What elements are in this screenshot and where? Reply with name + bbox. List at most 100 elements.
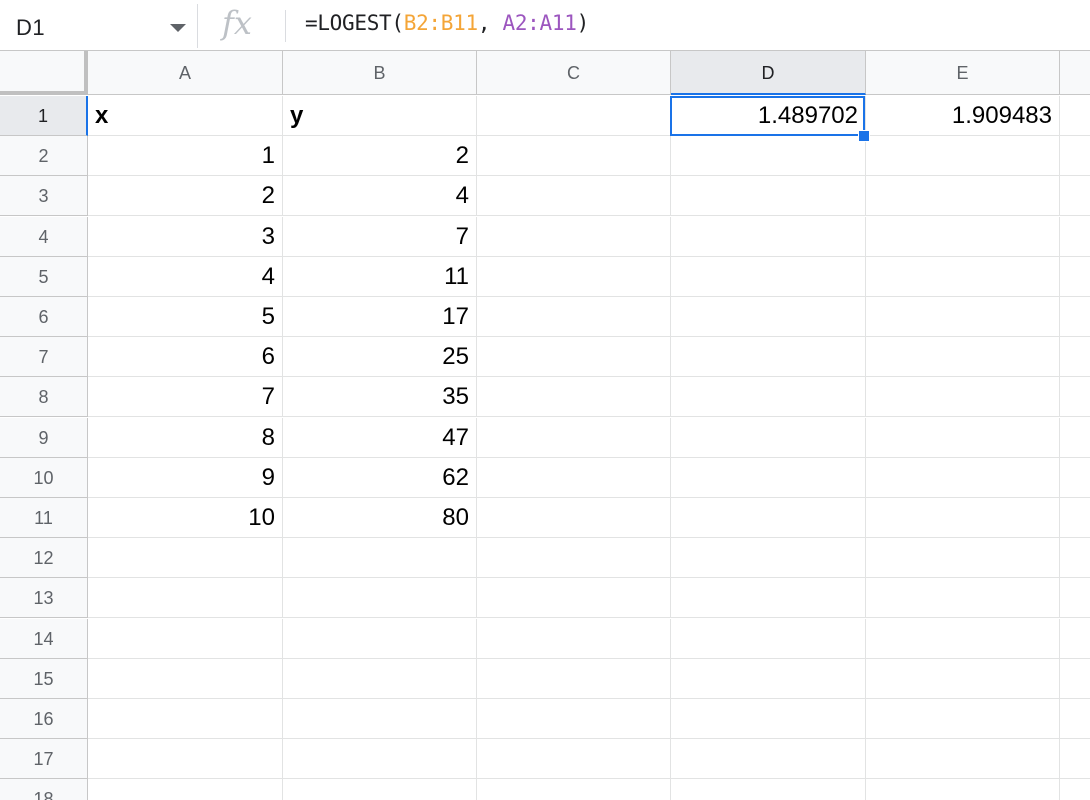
- row-header-3[interactable]: 3: [0, 176, 88, 216]
- cell-a8[interactable]: 7: [88, 377, 283, 417]
- cell-c6[interactable]: [477, 297, 671, 337]
- cell-a9[interactable]: 8: [88, 418, 283, 458]
- cell-b8[interactable]: 35: [283, 377, 477, 417]
- cell-a2[interactable]: 1: [88, 136, 283, 176]
- cell-c15[interactable]: [477, 659, 671, 699]
- cell-e11[interactable]: [866, 498, 1060, 538]
- row-header-7[interactable]: 7: [0, 337, 88, 377]
- column-header-b[interactable]: B: [283, 51, 477, 95]
- cell-b11[interactable]: 80: [283, 498, 477, 538]
- cell-f11[interactable]: [1060, 498, 1090, 538]
- cell-d14[interactable]: [671, 619, 866, 659]
- cell-a18[interactable]: [88, 779, 283, 800]
- cell-a17[interactable]: [88, 739, 283, 779]
- row-header-18[interactable]: 18: [0, 779, 88, 800]
- name-box[interactable]: D1: [0, 4, 198, 48]
- cell-f3[interactable]: [1060, 176, 1090, 216]
- cell-e7[interactable]: [866, 337, 1060, 377]
- cell-b4[interactable]: 7: [283, 217, 477, 257]
- cell-c8[interactable]: [477, 377, 671, 417]
- cell-a10[interactable]: 9: [88, 458, 283, 498]
- cell-a3[interactable]: 2: [88, 176, 283, 216]
- cell-c7[interactable]: [477, 337, 671, 377]
- cell-c11[interactable]: [477, 498, 671, 538]
- cell-f14[interactable]: [1060, 619, 1090, 659]
- fill-handle[interactable]: [858, 130, 870, 142]
- cell-b13[interactable]: [283, 578, 477, 618]
- cell-a16[interactable]: [88, 699, 283, 739]
- row-header-5[interactable]: 5: [0, 257, 88, 297]
- cell-f16[interactable]: [1060, 699, 1090, 739]
- cell-a13[interactable]: [88, 578, 283, 618]
- cell-f2[interactable]: [1060, 136, 1090, 176]
- cell-b10[interactable]: 62: [283, 458, 477, 498]
- cell-b2[interactable]: 2: [283, 136, 477, 176]
- cell-d6[interactable]: [671, 297, 866, 337]
- cell-d16[interactable]: [671, 699, 866, 739]
- cell-e15[interactable]: [866, 659, 1060, 699]
- cell-c10[interactable]: [477, 458, 671, 498]
- cell-a15[interactable]: [88, 659, 283, 699]
- cell-e4[interactable]: [866, 217, 1060, 257]
- cell-a12[interactable]: [88, 538, 283, 578]
- row-header-9[interactable]: 9: [0, 418, 88, 458]
- cell-e2[interactable]: [866, 136, 1060, 176]
- cell-e12[interactable]: [866, 538, 1060, 578]
- select-all-corner[interactable]: [0, 51, 88, 95]
- cell-a14[interactable]: [88, 619, 283, 659]
- cell-e6[interactable]: [866, 297, 1060, 337]
- column-header-d[interactable]: D: [671, 51, 866, 95]
- row-header-12[interactable]: 12: [0, 538, 88, 578]
- row-header-17[interactable]: 17: [0, 739, 88, 779]
- cell-c14[interactable]: [477, 619, 671, 659]
- cell-d12[interactable]: [671, 538, 866, 578]
- cell-f9[interactable]: [1060, 418, 1090, 458]
- formula-input[interactable]: =LOGEST(B2:B11, A2:A11): [305, 11, 589, 35]
- row-header-10[interactable]: 10: [0, 458, 88, 498]
- cell-c9[interactable]: [477, 418, 671, 458]
- cell-e9[interactable]: [866, 418, 1060, 458]
- cell-c12[interactable]: [477, 538, 671, 578]
- cell-b7[interactable]: 25: [283, 337, 477, 377]
- cell-d8[interactable]: [671, 377, 866, 417]
- cell-f6[interactable]: [1060, 297, 1090, 337]
- row-header-14[interactable]: 14: [0, 619, 88, 659]
- cell-c4[interactable]: [477, 217, 671, 257]
- cell-c1[interactable]: [477, 96, 671, 136]
- row-header-8[interactable]: 8: [0, 377, 88, 417]
- cell-d9[interactable]: [671, 418, 866, 458]
- row-header-15[interactable]: 15: [0, 659, 88, 699]
- cell-d4[interactable]: [671, 217, 866, 257]
- row-header-1[interactable]: 1: [0, 96, 88, 136]
- row-header-4[interactable]: 4: [0, 217, 88, 257]
- cell-e14[interactable]: [866, 619, 1060, 659]
- cell-e1[interactable]: 1.909483: [866, 96, 1060, 136]
- row-header-11[interactable]: 11: [0, 498, 88, 538]
- cell-a7[interactable]: 6: [88, 337, 283, 377]
- cell-f5[interactable]: [1060, 257, 1090, 297]
- cell-d18[interactable]: [671, 779, 866, 800]
- row-header-2[interactable]: 2: [0, 136, 88, 176]
- cell-a6[interactable]: 5: [88, 297, 283, 337]
- cell-b1[interactable]: y: [283, 96, 477, 136]
- cell-d10[interactable]: [671, 458, 866, 498]
- cell-d7[interactable]: [671, 337, 866, 377]
- cell-b9[interactable]: 47: [283, 418, 477, 458]
- cell-d15[interactable]: [671, 659, 866, 699]
- chevron-down-icon[interactable]: [170, 24, 186, 32]
- cell-b17[interactable]: [283, 739, 477, 779]
- cell-f12[interactable]: [1060, 538, 1090, 578]
- cell-b5[interactable]: 11: [283, 257, 477, 297]
- column-header-a[interactable]: A: [88, 51, 283, 95]
- cell-b15[interactable]: [283, 659, 477, 699]
- cell-e5[interactable]: [866, 257, 1060, 297]
- cell-e8[interactable]: [866, 377, 1060, 417]
- cell-b16[interactable]: [283, 699, 477, 739]
- cell-f4[interactable]: [1060, 217, 1090, 257]
- cell-d13[interactable]: [671, 578, 866, 618]
- cell-c18[interactable]: [477, 779, 671, 800]
- cell-d17[interactable]: [671, 739, 866, 779]
- cell-d2[interactable]: [671, 136, 866, 176]
- column-header-f[interactable]: [1060, 51, 1090, 95]
- cell-a1[interactable]: x: [88, 96, 283, 136]
